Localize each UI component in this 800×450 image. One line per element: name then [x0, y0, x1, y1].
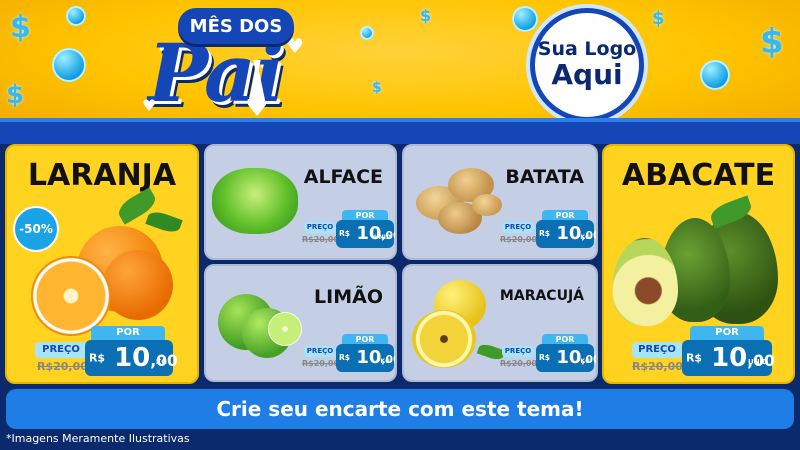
old-price: R$20,00: [500, 359, 538, 368]
new-price: R$ 10,00 UNID: [336, 220, 395, 248]
dollar-icon: $: [10, 10, 31, 45]
currency: R$: [339, 353, 351, 362]
new-price: R$ 10,00 UNID: [682, 340, 775, 376]
coin-icon: [700, 60, 730, 90]
coin-icon: [52, 48, 86, 82]
price-label: PREÇO: [35, 342, 87, 358]
orange-half-image: [31, 256, 111, 336]
product-card-abacate[interactable]: ABACATE PREÇO R$20,00 POR R$ 10,00 UNID: [602, 144, 795, 384]
logo-line1: Sua Logo: [537, 38, 637, 61]
product-card-limao[interactable]: LIMÃO PREÇO R$20,00 POR R$ 10,00 KG: [204, 264, 397, 382]
currency: R$: [339, 229, 351, 238]
passionfruit-half-image: [412, 310, 476, 368]
flyer: $ $ $ $ $ $ Pai ♥ ♥ MÊS DOS Sua Logo Aqu…: [0, 0, 800, 450]
price-unit: UNID: [748, 358, 768, 366]
currency: R$: [89, 351, 105, 365]
footer-note: *Imagens Meramente Ilustrativas: [6, 432, 190, 445]
price-unit: KG: [380, 358, 390, 365]
heart-icon: ♥: [142, 96, 157, 115]
price-label: PREÇO: [304, 222, 336, 233]
coin-icon: [360, 26, 374, 40]
dollar-icon: $: [6, 80, 25, 110]
orange-image: [103, 250, 173, 320]
lettuce-image: [212, 168, 298, 234]
por-label: POR: [690, 326, 764, 340]
product-name: LARANJA: [27, 158, 177, 193]
new-price: R$ 10,00 KG: [336, 344, 395, 372]
coin-icon: [66, 6, 86, 26]
product-name: MARACUJÁ: [499, 288, 584, 304]
title-badge: MÊS DOS: [178, 8, 294, 44]
price-int: 10: [114, 343, 151, 373]
price-label: PREÇO: [502, 222, 534, 233]
product-name: BATATA: [505, 166, 584, 188]
coin-icon: [512, 6, 538, 32]
dollar-icon: $: [652, 8, 665, 29]
currency: R$: [539, 229, 551, 238]
price-label: PREÇO: [632, 342, 682, 358]
product-name: LIMÃO: [314, 286, 383, 308]
product-card-batata[interactable]: BATATA PREÇO R$20,00 POR R$ 10,00 KG: [402, 144, 598, 260]
price-unit: KG: [155, 358, 167, 366]
price-unit: KG: [580, 234, 590, 241]
new-price: R$ 10,00 KG: [536, 344, 596, 372]
logo-placeholder[interactable]: Sua Logo Aqui: [530, 8, 644, 122]
product-card-laranja[interactable]: LARANJA -50% PREÇO R$20,00 POR R$ 10,00 …: [5, 144, 199, 384]
logo-line2: Aqui: [551, 58, 623, 92]
price-label: PREÇO: [304, 346, 336, 357]
discount-badge: -50%: [15, 208, 57, 250]
price-label: PREÇO: [502, 346, 534, 357]
product-name: ABACATE: [621, 158, 776, 193]
price-int: 10: [711, 343, 748, 373]
potato-image: [472, 194, 502, 216]
product-card-maracuja[interactable]: MARACUJÁ PREÇO R$20,00 POR R$ 10,00 KG: [402, 264, 598, 382]
dollar-icon: $: [372, 80, 382, 96]
currency: R$: [539, 353, 551, 362]
old-price: R$20,00: [302, 359, 340, 368]
header-band: [0, 118, 800, 144]
new-price: R$ 10,00 KG: [536, 220, 596, 248]
por-label: POR: [91, 326, 165, 340]
currency: R$: [686, 351, 702, 365]
price-int: 10: [356, 347, 382, 368]
price-unit: KG: [580, 358, 590, 365]
header-banner: $ $ $ $ $ $ Pai ♥ ♥ MÊS DOS Sua Logo Aqu…: [0, 0, 800, 130]
price-int: 10: [556, 347, 582, 368]
leaf-icon: [145, 208, 183, 236]
dollar-icon: $: [420, 6, 432, 25]
price-int: 10: [556, 223, 582, 244]
old-price: R$20,00: [302, 235, 340, 244]
price-unit: UNID: [373, 234, 391, 241]
old-price: R$20,00: [37, 360, 88, 373]
lime-slice-image: [268, 312, 302, 346]
dollar-icon: $: [760, 22, 784, 62]
old-price: R$20,00: [632, 360, 683, 373]
cta-banner[interactable]: Crie seu encarte com este tema!: [6, 389, 794, 429]
old-price: R$20,00: [500, 235, 538, 244]
new-price: R$ 10,00 KG: [85, 340, 178, 376]
product-name: ALFACE: [303, 166, 383, 188]
product-card-alface[interactable]: ALFACE PREÇO R$20,00 POR R$ 10,00 UNID: [204, 144, 397, 260]
